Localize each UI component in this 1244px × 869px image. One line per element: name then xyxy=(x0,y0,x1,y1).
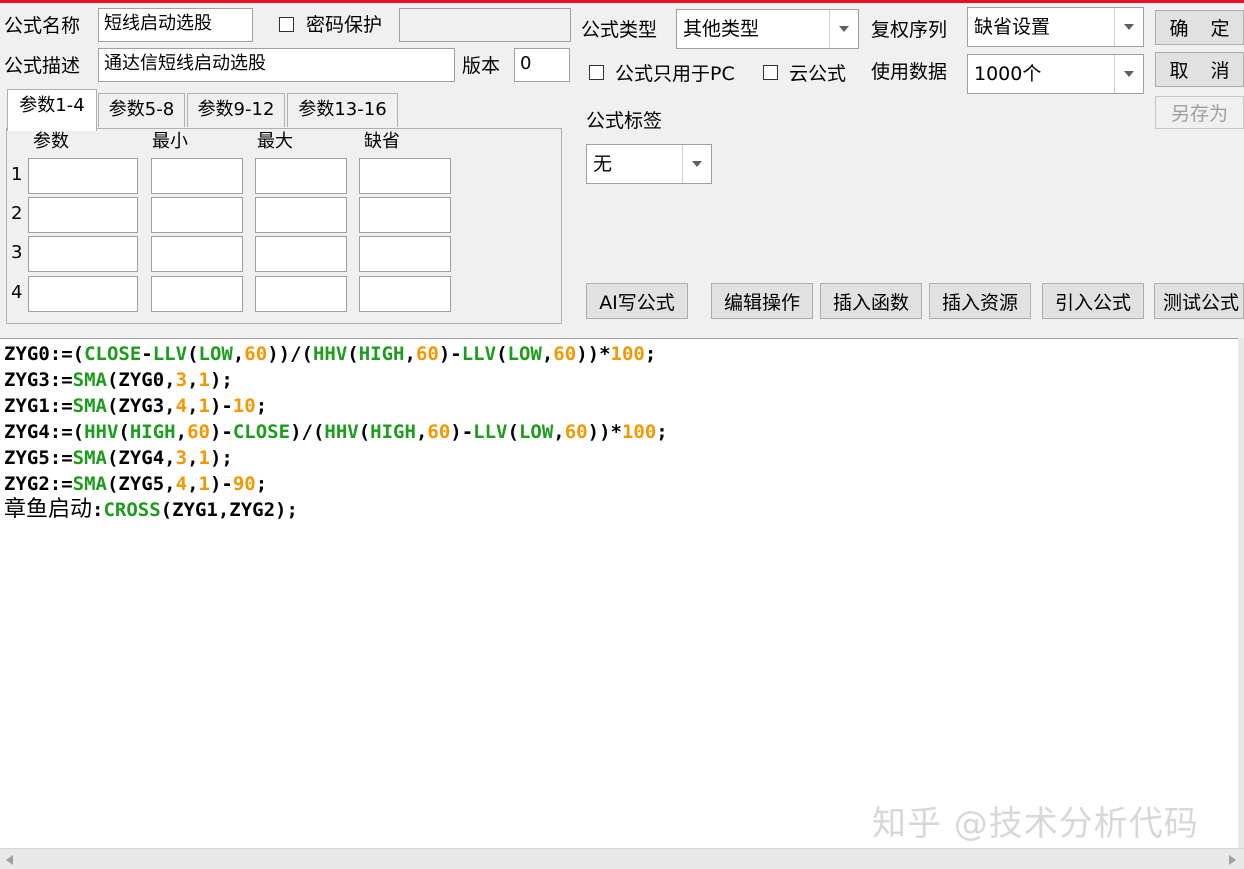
version-label: 版本 xyxy=(462,55,501,77)
title-accent-bar xyxy=(0,0,1244,3)
horizontal-scrollbar[interactable] xyxy=(0,848,1244,869)
tab-params-5-8[interactable]: 参数5-8 xyxy=(98,93,185,127)
param4-name-input[interactable] xyxy=(28,276,138,312)
param3-max-input[interactable] xyxy=(255,236,347,272)
password-input[interactable] xyxy=(399,8,571,42)
param2-name-input[interactable] xyxy=(28,197,138,233)
chevron-down-icon xyxy=(1114,55,1143,93)
rights-seq-select[interactable]: 缺省设置 xyxy=(967,7,1144,47)
ai-write-formula-button[interactable]: AI写公式 xyxy=(586,283,688,319)
formula-tag-label: 公式标签 xyxy=(586,110,663,132)
param1-default-input[interactable] xyxy=(359,158,451,194)
scroll-right-arrow-icon[interactable] xyxy=(1229,855,1236,865)
param3-name-input[interactable] xyxy=(28,236,138,272)
cloud-formula-label: 云公式 xyxy=(789,63,847,85)
edit-operation-button[interactable]: 编辑操作 xyxy=(711,283,813,319)
formula-tag-select[interactable]: 无 xyxy=(586,144,712,184)
cloud-formula-checkbox[interactable] xyxy=(763,65,778,80)
param-header-name: 参数 xyxy=(33,131,69,152)
use-data-label: 使用数据 xyxy=(871,61,948,83)
param3-default-input[interactable] xyxy=(359,236,451,272)
param-header-default: 缺省 xyxy=(364,131,400,152)
tab-params-13-16[interactable]: 参数13-16 xyxy=(287,93,398,127)
test-formula-button[interactable]: 测试公式 xyxy=(1154,283,1244,319)
param2-default-input[interactable] xyxy=(359,197,451,233)
param2-max-input[interactable] xyxy=(255,197,347,233)
use-data-select[interactable]: 1000个 xyxy=(967,54,1144,94)
chevron-down-icon xyxy=(682,145,711,183)
insert-function-button[interactable]: 插入函数 xyxy=(820,283,922,319)
param-row-number: 1 xyxy=(11,164,23,185)
param-row-number: 2 xyxy=(11,203,23,224)
param-row-number: 4 xyxy=(11,282,23,303)
formula-type-value: 其他类型 xyxy=(683,18,760,40)
signal-name: 章鱼启动 xyxy=(4,497,93,522)
param2-min-input[interactable] xyxy=(151,197,243,233)
tab-params-1-4[interactable]: 参数1-4 xyxy=(7,89,97,131)
cancel-button[interactable]: 取 消 xyxy=(1155,52,1244,87)
formula-type-label: 公式类型 xyxy=(581,19,658,41)
param4-max-input[interactable] xyxy=(255,276,347,312)
param4-default-input[interactable] xyxy=(359,276,451,312)
save-as-button[interactable]: 另存为 xyxy=(1155,96,1244,129)
pc-only-checkbox[interactable] xyxy=(589,65,604,80)
formula-desc-label: 公式描述 xyxy=(4,55,81,77)
param4-min-input[interactable] xyxy=(151,276,243,312)
rights-seq-value: 缺省设置 xyxy=(974,16,1051,38)
ok-button[interactable]: 确 定 xyxy=(1155,10,1244,45)
formula-type-select[interactable]: 其他类型 xyxy=(676,9,859,49)
pc-only-label: 公式只用于PC xyxy=(615,63,735,85)
param1-min-input[interactable] xyxy=(151,158,243,194)
formula-code-editor[interactable]: ZYG0:=(CLOSE-LLV(LOW,60))/(HHV(HIGH,60)-… xyxy=(0,338,1238,849)
use-data-value: 1000个 xyxy=(974,63,1042,85)
password-protect-label: 密码保护 xyxy=(306,14,383,36)
password-protect-checkbox[interactable] xyxy=(279,17,294,32)
param1-name-input[interactable] xyxy=(28,158,138,194)
formula-name-label: 公式名称 xyxy=(4,15,81,37)
param3-min-input[interactable] xyxy=(151,236,243,272)
import-formula-button[interactable]: 引入公式 xyxy=(1042,283,1144,319)
param-header-min: 最小 xyxy=(152,131,188,152)
param1-max-input[interactable] xyxy=(255,158,347,194)
param-header-max: 最大 xyxy=(257,131,293,152)
chevron-down-icon xyxy=(1114,8,1143,46)
vertical-scrollbar[interactable] xyxy=(1238,338,1244,848)
chevron-down-icon xyxy=(829,10,858,48)
tab-params-9-12[interactable]: 参数9-12 xyxy=(187,93,285,127)
scroll-left-arrow-icon[interactable] xyxy=(6,855,13,865)
formula-desc-input[interactable]: 通达信短线启动选股 xyxy=(98,48,455,82)
formula-name-input[interactable]: 短线启动选股 xyxy=(98,8,253,42)
code-text: ZYG0:=(CLOSE-LLV(LOW,60))/(HHV(HIGH,60)-… xyxy=(4,343,668,522)
param-row-number: 3 xyxy=(11,242,23,263)
formula-tag-value: 无 xyxy=(593,153,613,175)
rights-seq-label: 复权序列 xyxy=(871,19,948,41)
insert-resource-button[interactable]: 插入资源 xyxy=(929,283,1031,319)
version-input[interactable]: 0 xyxy=(514,48,570,82)
watermark: 知乎 @技术分析代码 xyxy=(872,804,1199,844)
